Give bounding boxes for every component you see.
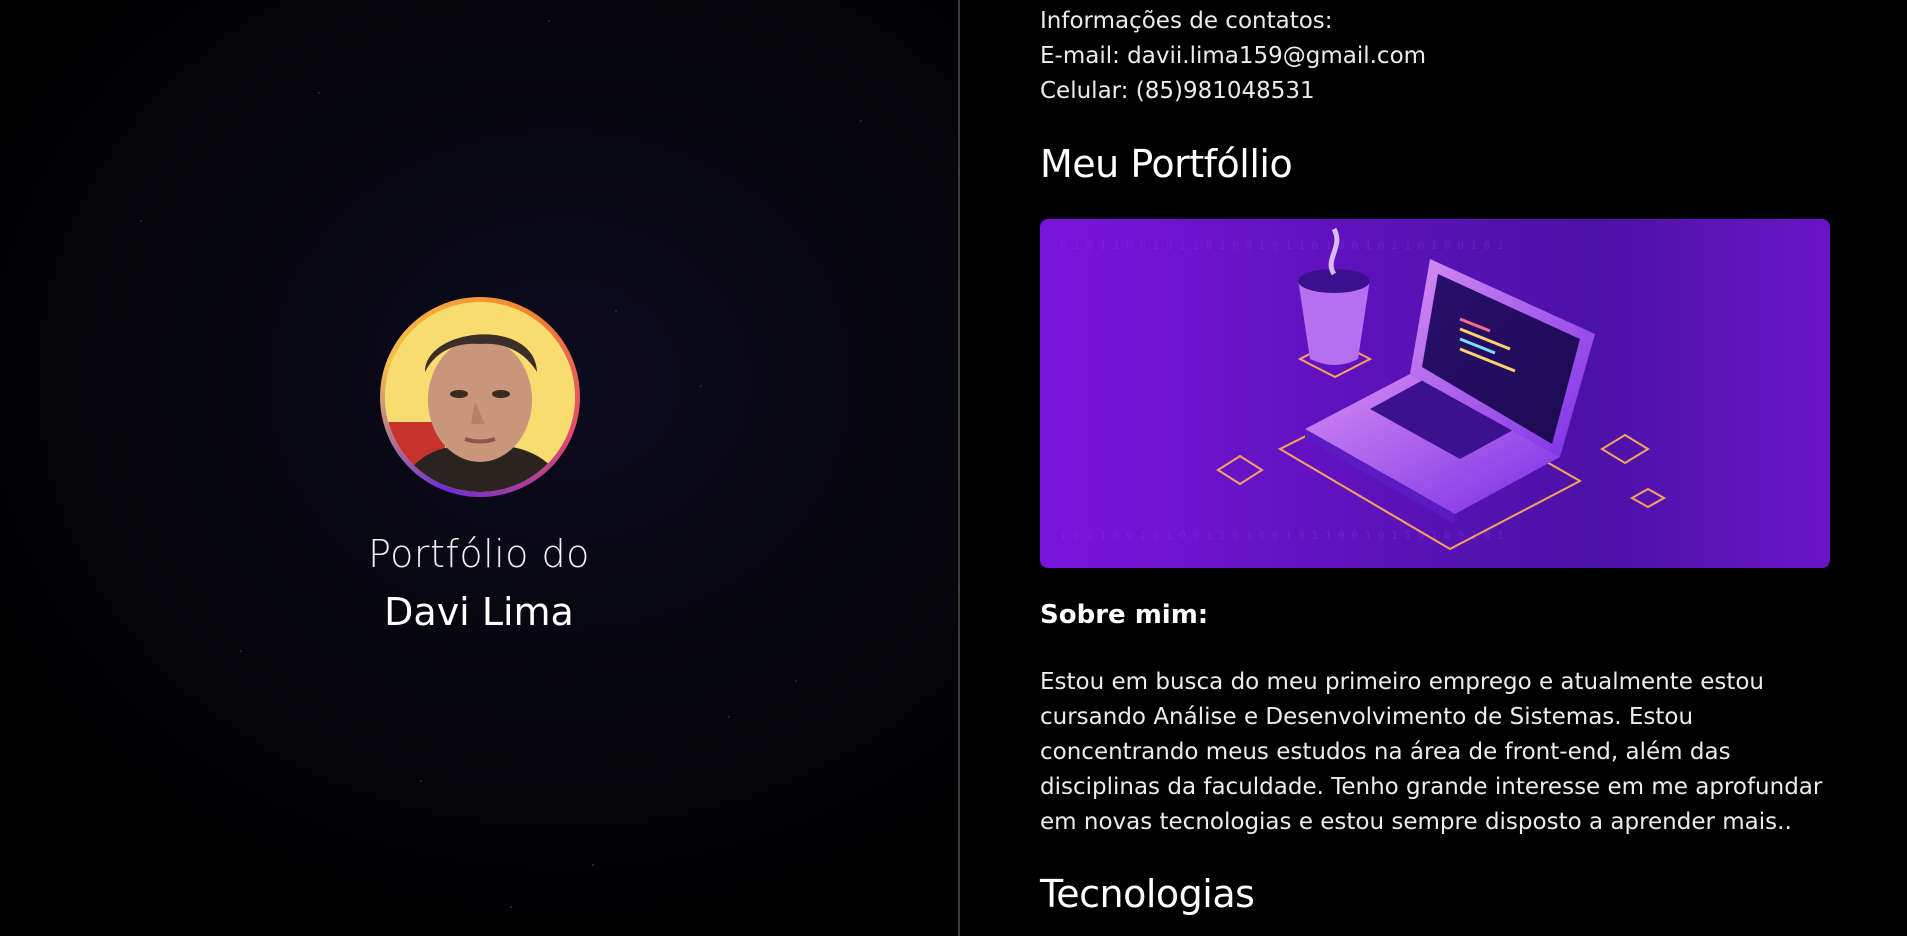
portfolio-banner-image: 0 1 0 1 1 0 0 1 0 1 1 0 1 0 0 1 0 1 1 0 … — [1040, 219, 1830, 568]
star-dot — [860, 120, 862, 122]
contact-heading: Informações de contatos: — [1040, 8, 1333, 34]
star-dot — [615, 310, 617, 312]
star-dot — [420, 780, 422, 782]
profile-panel: Portfólio do Davi Lima — [0, 0, 958, 936]
avatar-photo — [385, 302, 575, 492]
hero-subtitle: Portfólio do — [368, 532, 590, 576]
about-text: Estou em busca do meu primeiro emprego e… — [1040, 669, 1823, 835]
panel-divider — [958, 0, 960, 936]
star-dot — [510, 906, 512, 908]
star-dot — [592, 864, 594, 866]
avatar — [380, 297, 580, 497]
portfolio-heading: Meu Portfóllio — [1040, 142, 1293, 186]
star-dot — [140, 220, 142, 222]
star-dot — [240, 650, 242, 652]
about-heading: Sobre mim: — [1040, 600, 1209, 630]
technologies-heading: Tecnologias — [1040, 872, 1255, 916]
content-panel: Informações de contatos: E-mail: davii.l… — [1040, 0, 1840, 936]
svg-text:0 1 0 1 1 0 0 1 0 1 1 0 1 0 0: 0 1 0 1 1 0 0 1 0 1 1 0 1 0 0 1 0 1 1 0 … — [1060, 239, 1504, 252]
star-dot — [795, 680, 797, 682]
hero-name: Davi Lima — [384, 590, 574, 634]
star-dot — [548, 20, 550, 22]
star-dot — [728, 716, 730, 718]
svg-text:1 0 1 1 0 0 1 0 1 0 0 1 1 0 1: 1 0 1 1 0 0 1 0 1 0 0 1 1 0 1 0 0 1 0 1 … — [1060, 529, 1504, 542]
star-dot — [318, 92, 320, 94]
contact-phone: Celular: (85)981048531 — [1040, 78, 1315, 104]
star-dot — [700, 385, 702, 387]
contact-email: E-mail: davii.lima159@gmail.com — [1040, 43, 1427, 69]
